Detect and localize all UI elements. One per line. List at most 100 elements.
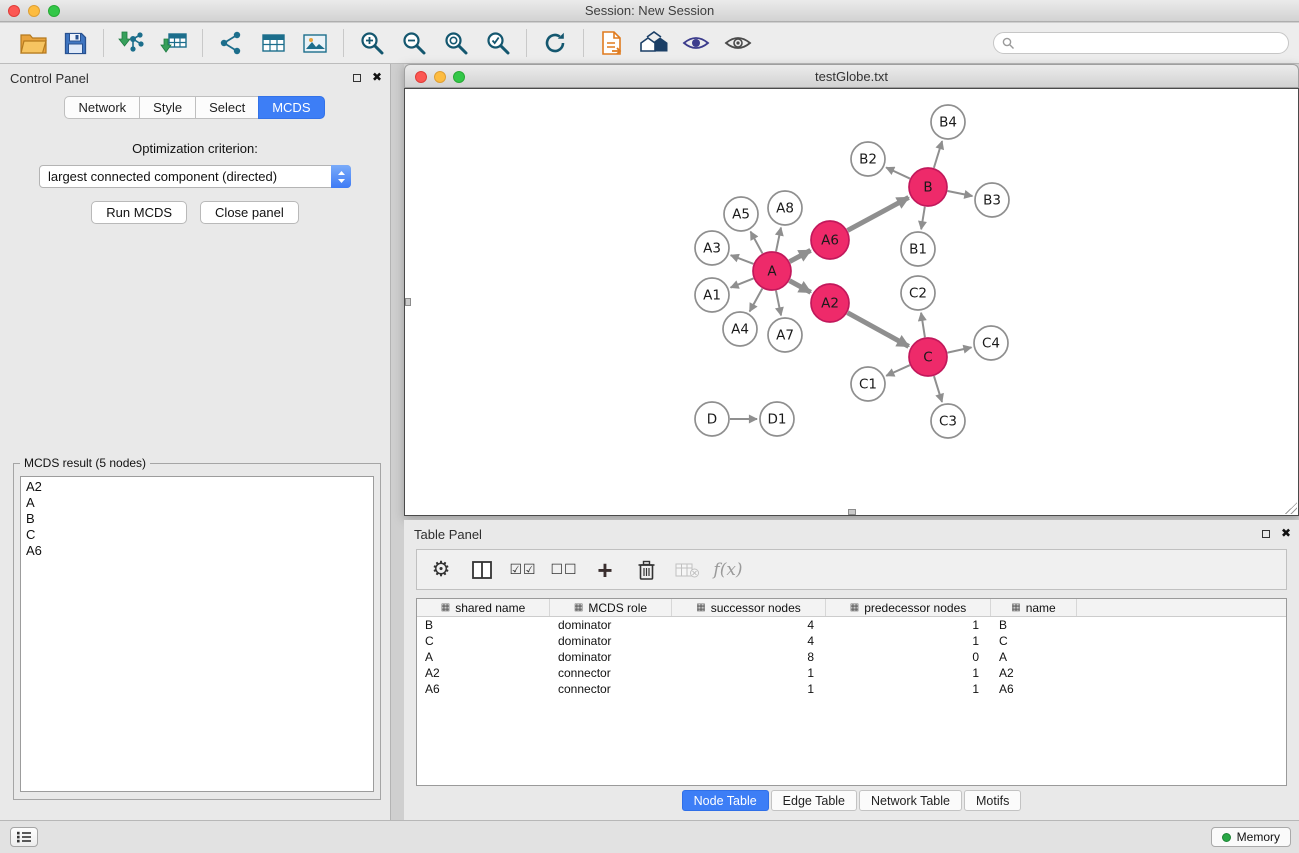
column-header-name[interactable]: ▦name (991, 599, 1077, 616)
tab-select[interactable]: Select (195, 96, 259, 119)
graph-node-B4[interactable]: B4 (931, 105, 965, 139)
column-header-predecessor-nodes[interactable]: ▦predecessor nodes (826, 599, 991, 616)
graph-edge-A-A1[interactable] (731, 278, 754, 287)
unselect-all-button[interactable]: ☐☐ (550, 554, 578, 586)
select-all-button[interactable]: ☑☑ (509, 554, 537, 586)
tab-edge-table[interactable]: Edge Table (771, 790, 857, 811)
show-hide-button[interactable] (717, 25, 759, 61)
network-table-button[interactable] (252, 25, 294, 61)
table-row[interactable]: Adominator80A (417, 649, 1286, 665)
network-tools-button[interactable] (210, 25, 252, 61)
result-item[interactable]: A6 (26, 543, 368, 559)
graph-node-C3[interactable]: C3 (931, 404, 965, 438)
zoom-out-button[interactable] (393, 25, 435, 61)
memory-button[interactable]: Memory (1211, 827, 1291, 847)
network-graph[interactable]: B4B2B3B1BA5A8A3A1A4A7A6AA2C2C4C1C3CDD1 (405, 89, 1298, 515)
graph-node-B[interactable]: B (909, 168, 947, 206)
graph-node-A6[interactable]: A6 (811, 221, 849, 259)
graph-edge-A-A3[interactable] (731, 255, 754, 264)
style-preview-button[interactable] (675, 25, 717, 61)
column-header-MCDS-role[interactable]: ▦MCDS role (550, 599, 672, 616)
resize-grip[interactable] (1285, 502, 1297, 514)
result-item[interactable]: A2 (26, 479, 368, 495)
zoom-window-button[interactable] (48, 5, 60, 17)
resize-handle-bottom[interactable] (848, 509, 856, 515)
graph-node-A2[interactable]: A2 (811, 284, 849, 322)
graph-edge-A6-B[interactable] (848, 197, 909, 230)
table-panel-close-button[interactable]: ✖ (1281, 526, 1291, 540)
tab-network[interactable]: Network (64, 96, 140, 119)
tab-motifs[interactable]: Motifs (964, 790, 1021, 811)
graph-edge-B-B2[interactable] (886, 167, 910, 178)
graph-edge-A2-C[interactable] (848, 313, 909, 347)
graph-node-B3[interactable]: B3 (975, 183, 1009, 217)
table-row[interactable]: A2connector11A2 (417, 665, 1286, 681)
close-window-button[interactable] (8, 5, 20, 17)
result-item[interactable]: A (26, 495, 368, 511)
graph-edge-A-A5[interactable] (751, 232, 763, 254)
graph-node-A1[interactable]: A1 (695, 278, 729, 312)
show-columns-button[interactable] (468, 554, 496, 586)
control-panel-close-button[interactable]: ✖ (372, 70, 382, 84)
graph-node-C4[interactable]: C4 (974, 326, 1008, 360)
open-session-button[interactable] (12, 25, 54, 61)
graph-edge-A-A4[interactable] (750, 289, 763, 312)
graph-edge-C-C4[interactable] (948, 347, 972, 352)
mcds-result-list[interactable]: A2ABCA6 (20, 476, 374, 792)
delete-button[interactable] (632, 554, 660, 586)
refresh-button[interactable] (534, 25, 576, 61)
graph-node-C2[interactable]: C2 (901, 276, 935, 310)
export-image-button[interactable] (294, 25, 336, 61)
control-panel-float-button[interactable] (351, 72, 363, 84)
graph-edge-C-C2[interactable] (921, 313, 925, 337)
graph-node-C1[interactable]: C1 (851, 367, 885, 401)
table-settings-button[interactable]: ⚙ (427, 554, 455, 586)
graph-edge-A-A6[interactable] (790, 250, 811, 261)
minimize-window-button[interactable] (28, 5, 40, 17)
graph-edge-B-B4[interactable] (934, 141, 942, 168)
graph-node-A8[interactable]: A8 (768, 191, 802, 225)
network-zoom-button[interactable] (453, 71, 465, 83)
zoom-in-button[interactable] (351, 25, 393, 61)
import-table-button[interactable] (153, 25, 195, 61)
zoom-fit-button[interactable] (435, 25, 477, 61)
graph-node-A3[interactable]: A3 (695, 231, 729, 265)
graph-node-A7[interactable]: A7 (768, 318, 802, 352)
graph-node-B1[interactable]: B1 (901, 232, 935, 266)
graph-node-D1[interactable]: D1 (760, 402, 794, 436)
tab-network-table[interactable]: Network Table (859, 790, 962, 811)
result-item[interactable]: C (26, 527, 368, 543)
resize-handle-left[interactable] (405, 298, 411, 306)
table-row[interactable]: Bdominator41B (417, 617, 1286, 633)
add-button[interactable]: + (591, 554, 619, 586)
table-row[interactable]: A6connector11A6 (417, 681, 1286, 697)
network-minimize-button[interactable] (434, 71, 446, 83)
zoom-selected-button[interactable] (477, 25, 519, 61)
result-item[interactable]: B (26, 511, 368, 527)
graph-edge-C-C3[interactable] (934, 376, 942, 402)
graph-node-A5[interactable]: A5 (724, 197, 758, 231)
tab-mcds[interactable]: MCDS (258, 96, 324, 119)
graph-edge-A-A8[interactable] (776, 228, 781, 252)
home-button[interactable] (633, 25, 675, 61)
criterion-select[interactable]: largest connected component (directed) (39, 165, 351, 188)
tab-style[interactable]: Style (139, 96, 196, 119)
panel-selector-button[interactable] (10, 827, 38, 847)
session-document-button[interactable] (591, 25, 633, 61)
graph-node-A4[interactable]: A4 (723, 312, 757, 346)
node-table[interactable]: ▦shared name▦MCDS role▦successor nodes▦p… (416, 598, 1287, 786)
network-canvas[interactable]: B4B2B3B1BA5A8A3A1A4A7A6AA2C2C4C1C3CDD1 (404, 88, 1299, 516)
graph-node-B2[interactable]: B2 (851, 142, 885, 176)
graph-edge-C-C1[interactable] (886, 365, 910, 376)
table-row[interactable]: Cdominator41C (417, 633, 1286, 649)
network-window-titlebar[interactable]: testGlobe.txt (404, 64, 1299, 88)
graph-edge-B-B3[interactable] (948, 191, 973, 196)
graph-node-C[interactable]: C (909, 338, 947, 376)
search-box[interactable] (993, 32, 1289, 54)
graph-node-D[interactable]: D (695, 402, 729, 436)
run-mcds-button[interactable]: Run MCDS (91, 201, 187, 224)
function-builder-button[interactable]: f(x) (714, 554, 742, 586)
table-panel-float-button[interactable] (1260, 528, 1272, 540)
graph-edge-B-B1[interactable] (921, 207, 925, 230)
import-network-button[interactable] (111, 25, 153, 61)
